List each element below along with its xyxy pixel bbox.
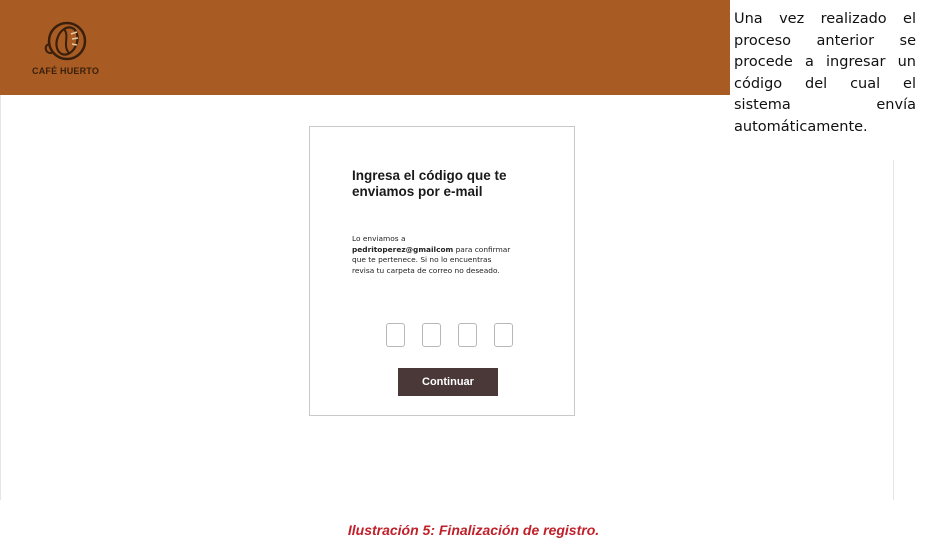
code-digit-input-3[interactable]	[458, 323, 477, 347]
frame-divider-left	[0, 95, 1, 500]
side-note-text: Una vez realizado el proceso anterior se…	[734, 11, 916, 135]
frame-divider-right	[893, 160, 894, 500]
continue-button[interactable]: Continuar	[398, 368, 498, 396]
coffee-bean-logo-icon	[44, 21, 87, 61]
card-instructions: Lo enviamos a pedritoperez@gmailcom para…	[352, 234, 512, 276]
verification-card: Ingresa el código que te enviamos por e-…	[309, 126, 575, 416]
card-title: Ingresa el código que te enviamos por e-…	[352, 168, 507, 199]
figure-caption: Ilustración 5: Finalización de registro.	[347, 522, 600, 538]
instructions-intro: Lo enviamos a	[352, 234, 406, 243]
user-email: pedritoperez@gmailcom	[352, 244, 454, 254]
code-digit-input-1[interactable]	[386, 323, 405, 347]
brand-name: CAFÉ HUERTO	[32, 66, 100, 76]
code-input-group	[386, 323, 513, 347]
code-digit-input-2[interactable]	[422, 323, 441, 347]
app-header: CAFÉ HUERTO	[0, 0, 730, 95]
code-digit-input-4[interactable]	[494, 323, 513, 347]
